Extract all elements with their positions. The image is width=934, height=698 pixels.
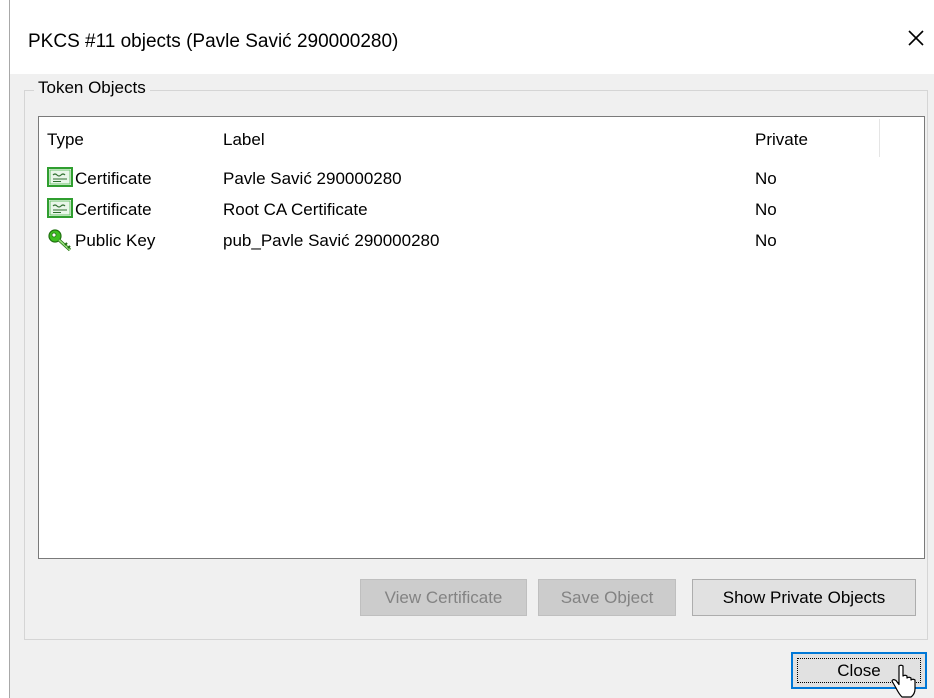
row-private: No [755,169,777,188]
list-row[interactable]: Certificate Pavle Savić 290000280 No [39,163,924,194]
row-label: Pavle Savić 290000280 [223,169,402,188]
key-icon [48,229,72,252]
column-separator[interactable] [879,119,880,157]
column-header-private-label: Private [755,130,808,149]
row-label: Root CA Certificate [223,200,368,219]
row-private: No [755,231,777,250]
window-title: PKCS #11 objects (Pavle Savić 290000280) [28,31,399,52]
row-private: No [755,200,777,219]
column-header-type-label: Type [47,130,84,149]
title-bar[interactable]: PKCS #11 objects (Pavle Savić 290000280) [10,0,934,74]
column-header-label-label: Label [223,130,265,149]
certificate-icon [47,198,73,218]
column-header-private[interactable]: Private [747,117,879,162]
list-row[interactable]: Certificate Root CA Certificate No [39,194,924,225]
row-label: pub_Pavle Savić 290000280 [223,231,440,250]
row-type: Public Key [75,231,156,250]
list-row[interactable]: Public Key pub_Pavle Savić 290000280 No [39,225,924,256]
token-objects-group-label: Token Objects [34,78,150,98]
close-button[interactable]: Close [791,652,927,689]
token-objects-list[interactable]: Type Label Private Certificate Pavle Sav… [38,116,925,559]
show-private-objects-button[interactable]: Show Private Objects [692,579,916,616]
column-header-label[interactable]: Label [215,117,747,162]
close-window-icon[interactable] [902,24,930,52]
close-button-label: Close [837,661,881,680]
pkcs11-objects-dialog: PKCS #11 objects (Pavle Savić 290000280)… [9,0,934,698]
row-type: Certificate [75,200,152,219]
column-header-type[interactable]: Type [39,117,215,162]
view-certificate-button[interactable]: View Certificate [360,579,527,616]
certificate-icon [47,167,73,187]
save-object-button[interactable]: Save Object [538,579,676,616]
row-type: Certificate [75,169,152,188]
